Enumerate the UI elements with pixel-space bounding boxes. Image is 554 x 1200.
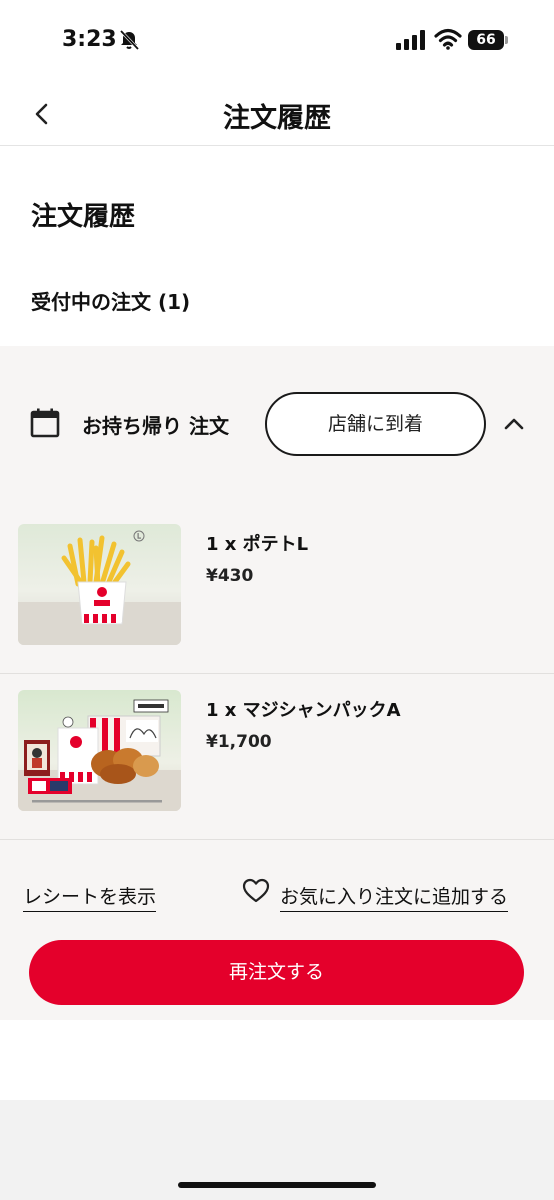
order-item: 1 x ポテトL ¥430 [0, 510, 554, 674]
view-receipt-link[interactable]: レシートを表示 [23, 882, 157, 912]
chevron-up-icon[interactable] [502, 414, 526, 434]
reorder-button[interactable]: 再注文する [29, 940, 524, 1005]
wifi-icon [434, 28, 462, 50]
item-price: ¥1,700 [206, 732, 272, 752]
order-type-label: お持ち帰り 注文 [82, 414, 229, 438]
add-favorite-label: お気に入り注文に追加する [280, 882, 509, 912]
item-name: 1 x マジシャンパックA [206, 700, 401, 721]
signal-icon [396, 30, 425, 50]
magician-pack-image [18, 690, 181, 811]
arrived-at-store-button[interactable]: 店舗に到着 [265, 392, 486, 456]
section-title: 注文履歴 [31, 202, 136, 232]
item-price: ¥430 [206, 566, 254, 586]
nav-header: 注文履歴 [0, 84, 554, 146]
status-time: 3:23 [62, 27, 117, 52]
fries-image [18, 524, 181, 645]
order-item: 1 x マジシャンパックA ¥1,700 [0, 676, 554, 840]
battery-tip [505, 36, 508, 44]
item-name: 1 x ポテトL [206, 534, 309, 555]
order-card: お持ち帰り 注文 店舗に到着 1 x ポテトL ¥430 1 x マジシャンパッ… [0, 346, 554, 1020]
heart-icon [242, 878, 270, 903]
battery-icon: 66 [468, 30, 508, 50]
battery-level: 66 [468, 30, 504, 50]
page-title: 注文履歴 [223, 103, 331, 134]
home-indicator[interactable] [178, 1182, 376, 1188]
bell-muted-icon [119, 29, 140, 51]
active-orders-label: 受付中の注文 (1) [31, 290, 191, 314]
status-bar: 3:23 66 [0, 0, 554, 84]
calendar-icon [30, 408, 60, 438]
